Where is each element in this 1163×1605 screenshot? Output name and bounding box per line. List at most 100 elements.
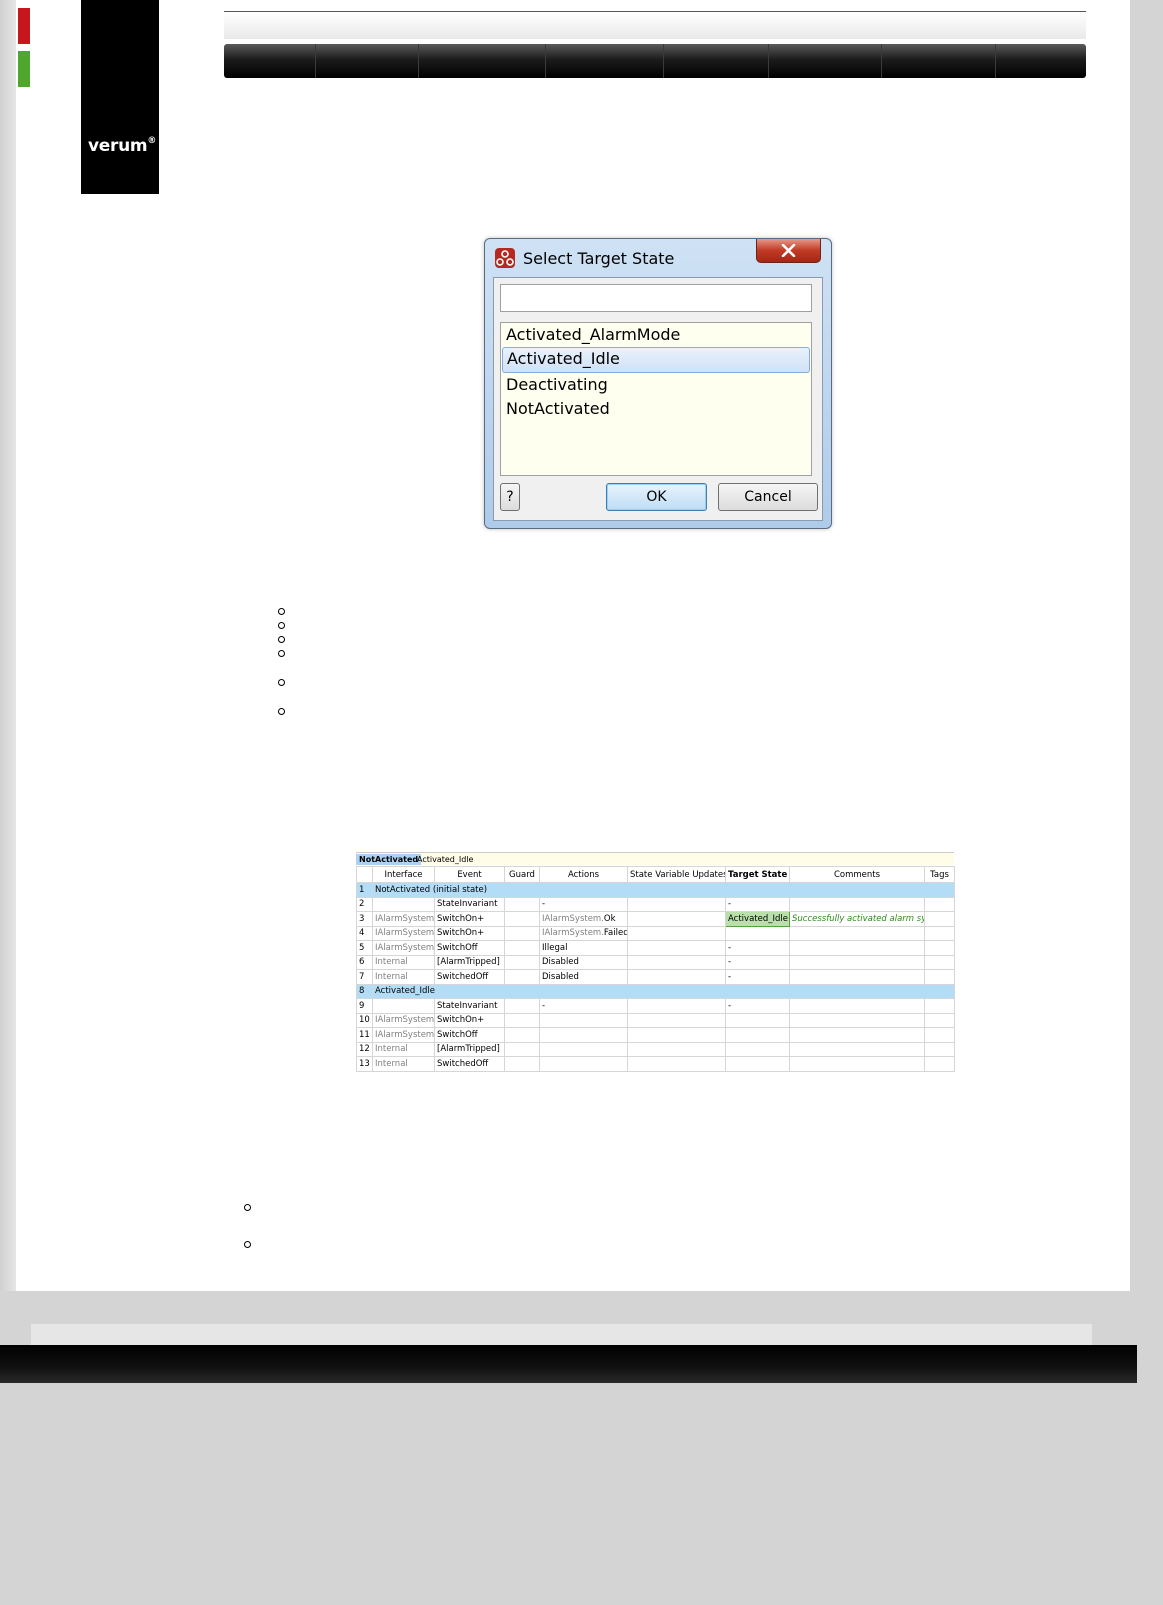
section-cell[interactable]: Activated_Idle xyxy=(372,983,955,999)
row-number[interactable]: 3 xyxy=(356,911,373,927)
state-variable-updates-cell[interactable] xyxy=(627,1041,726,1057)
event-cell[interactable]: StateInvariant xyxy=(434,998,505,1014)
actions-cell[interactable]: Disabled xyxy=(539,954,628,970)
actions-cell[interactable] xyxy=(539,1041,628,1057)
section-cell[interactable]: NotActivated (initial state) xyxy=(372,882,955,898)
state-item-activated-idle[interactable]: Activated_Idle xyxy=(502,347,810,373)
tags-cell[interactable] xyxy=(924,969,955,985)
nav-item[interactable] xyxy=(769,44,882,78)
table-row[interactable]: 7 Internal SwitchedOff Disabled - xyxy=(356,969,955,985)
table-row[interactable]: 8 Activated_Idle xyxy=(356,983,955,999)
interface-cell[interactable]: IAlarmSystem xyxy=(372,1027,435,1043)
tags-cell[interactable] xyxy=(924,925,955,941)
interface-cell[interactable]: Internal xyxy=(372,969,435,985)
tab-activated-idle[interactable]: Activated_Idle xyxy=(414,854,476,865)
table-row[interactable]: 6 Internal [AlarmTripped] Disabled - xyxy=(356,954,955,970)
event-cell[interactable]: SwitchOff xyxy=(434,940,505,956)
state-variable-updates-cell[interactable] xyxy=(627,911,726,927)
comment-cell[interactable] xyxy=(789,925,925,941)
state-variable-updates-cell[interactable] xyxy=(627,925,726,941)
event-cell[interactable]: StateInvariant xyxy=(434,896,505,912)
row-number[interactable]: 4 xyxy=(356,925,373,941)
row-number[interactable]: 10 xyxy=(356,1012,373,1028)
tags-cell[interactable] xyxy=(924,1012,955,1028)
logo[interactable]: verum® xyxy=(81,0,159,194)
table-row[interactable]: 10 IAlarmSystem SwitchOn+ xyxy=(356,1012,955,1028)
state-variable-updates-cell[interactable] xyxy=(627,954,726,970)
state-variable-updates-cell[interactable] xyxy=(627,969,726,985)
row-number[interactable]: 11 xyxy=(356,1027,373,1043)
tab-notactivated[interactable]: NotActivated xyxy=(356,854,422,865)
guard-cell[interactable] xyxy=(504,998,540,1014)
guard-cell[interactable] xyxy=(504,1012,540,1028)
table-row[interactable]: 1 NotActivated (initial state) xyxy=(356,882,955,898)
tags-cell[interactable] xyxy=(924,1027,955,1043)
tags-cell[interactable] xyxy=(924,896,955,912)
target-state-cell[interactable]: - xyxy=(725,998,790,1014)
state-variable-updates-cell[interactable] xyxy=(627,896,726,912)
state-item-notactivated[interactable]: NotActivated xyxy=(502,397,810,421)
comment-cell[interactable] xyxy=(789,1012,925,1028)
nav-item[interactable] xyxy=(664,44,770,78)
guard-cell[interactable] xyxy=(504,1041,540,1057)
event-cell[interactable]: SwitchOn+ xyxy=(434,911,505,927)
comment-cell[interactable] xyxy=(789,940,925,956)
nav-item[interactable] xyxy=(996,44,1086,78)
interface-cell[interactable] xyxy=(372,998,435,1014)
actions-cell[interactable] xyxy=(539,1012,628,1028)
tags-cell[interactable] xyxy=(924,998,955,1014)
target-state-cell[interactable] xyxy=(725,1056,790,1072)
target-state-cell[interactable] xyxy=(725,1027,790,1043)
event-cell[interactable]: SwitchOn+ xyxy=(434,925,505,941)
state-variable-updates-cell[interactable] xyxy=(627,998,726,1014)
state-variable-updates-cell[interactable] xyxy=(627,1012,726,1028)
event-cell[interactable]: SwitchedOff xyxy=(434,969,505,985)
close-button[interactable] xyxy=(756,239,821,263)
interface-cell[interactable]: IAlarmSystem xyxy=(372,911,435,927)
actions-cell[interactable]: - xyxy=(539,896,628,912)
tags-cell[interactable] xyxy=(924,954,955,970)
table-row[interactable]: 5 IAlarmSystem SwitchOff Illegal - xyxy=(356,940,955,956)
state-item-activated-alarmmode[interactable]: Activated_AlarmMode xyxy=(502,323,810,347)
state-item-deactivating[interactable]: Deactivating xyxy=(502,373,810,397)
state-variable-updates-cell[interactable] xyxy=(627,1027,726,1043)
tags-cell[interactable] xyxy=(924,940,955,956)
guard-cell[interactable] xyxy=(504,1027,540,1043)
guard-cell[interactable] xyxy=(504,896,540,912)
actions-cell[interactable]: Illegal xyxy=(539,940,628,956)
state-search-input[interactable] xyxy=(500,284,812,312)
actions-cell[interactable] xyxy=(539,1027,628,1043)
tags-cell[interactable] xyxy=(924,911,955,927)
ok-button[interactable]: OK xyxy=(606,483,707,511)
row-number[interactable]: 9 xyxy=(356,998,373,1014)
table-row[interactable]: 11 IAlarmSystem SwitchOff xyxy=(356,1027,955,1043)
interface-cell[interactable] xyxy=(372,896,435,912)
event-cell[interactable]: [AlarmTripped] xyxy=(434,954,505,970)
comment-cell[interactable] xyxy=(789,969,925,985)
comment-cell[interactable] xyxy=(789,1041,925,1057)
nav-item[interactable] xyxy=(546,44,664,78)
nav-item[interactable] xyxy=(419,44,546,78)
guard-cell[interactable] xyxy=(504,954,540,970)
comment-cell[interactable] xyxy=(789,896,925,912)
nav-item[interactable] xyxy=(882,44,997,78)
row-number[interactable]: 12 xyxy=(356,1041,373,1057)
row-number[interactable]: 5 xyxy=(356,940,373,956)
state-variable-updates-cell[interactable] xyxy=(627,1056,726,1072)
guard-cell[interactable] xyxy=(504,911,540,927)
tags-cell[interactable] xyxy=(924,1041,955,1057)
table-row[interactable]: 4 IAlarmSystem SwitchOn+ IAlarmSystem.Faile… xyxy=(356,925,955,941)
event-cell[interactable]: SwitchedOff xyxy=(434,1056,505,1072)
actions-cell[interactable]: - xyxy=(539,998,628,1014)
guard-cell[interactable] xyxy=(504,969,540,985)
interface-cell[interactable]: Internal xyxy=(372,1056,435,1072)
target-state-cell[interactable]: - xyxy=(725,940,790,956)
comment-cell[interactable] xyxy=(789,1056,925,1072)
interface-cell[interactable]: Internal xyxy=(372,954,435,970)
table-row[interactable]: 13 Internal SwitchedOff xyxy=(356,1056,955,1072)
interface-cell[interactable]: IAlarmSystem xyxy=(372,1012,435,1028)
help-button[interactable]: ? xyxy=(500,483,520,511)
table-row[interactable]: 9 StateInvariant - - xyxy=(356,998,955,1014)
guard-cell[interactable] xyxy=(504,940,540,956)
row-number[interactable]: 1 xyxy=(356,882,373,898)
